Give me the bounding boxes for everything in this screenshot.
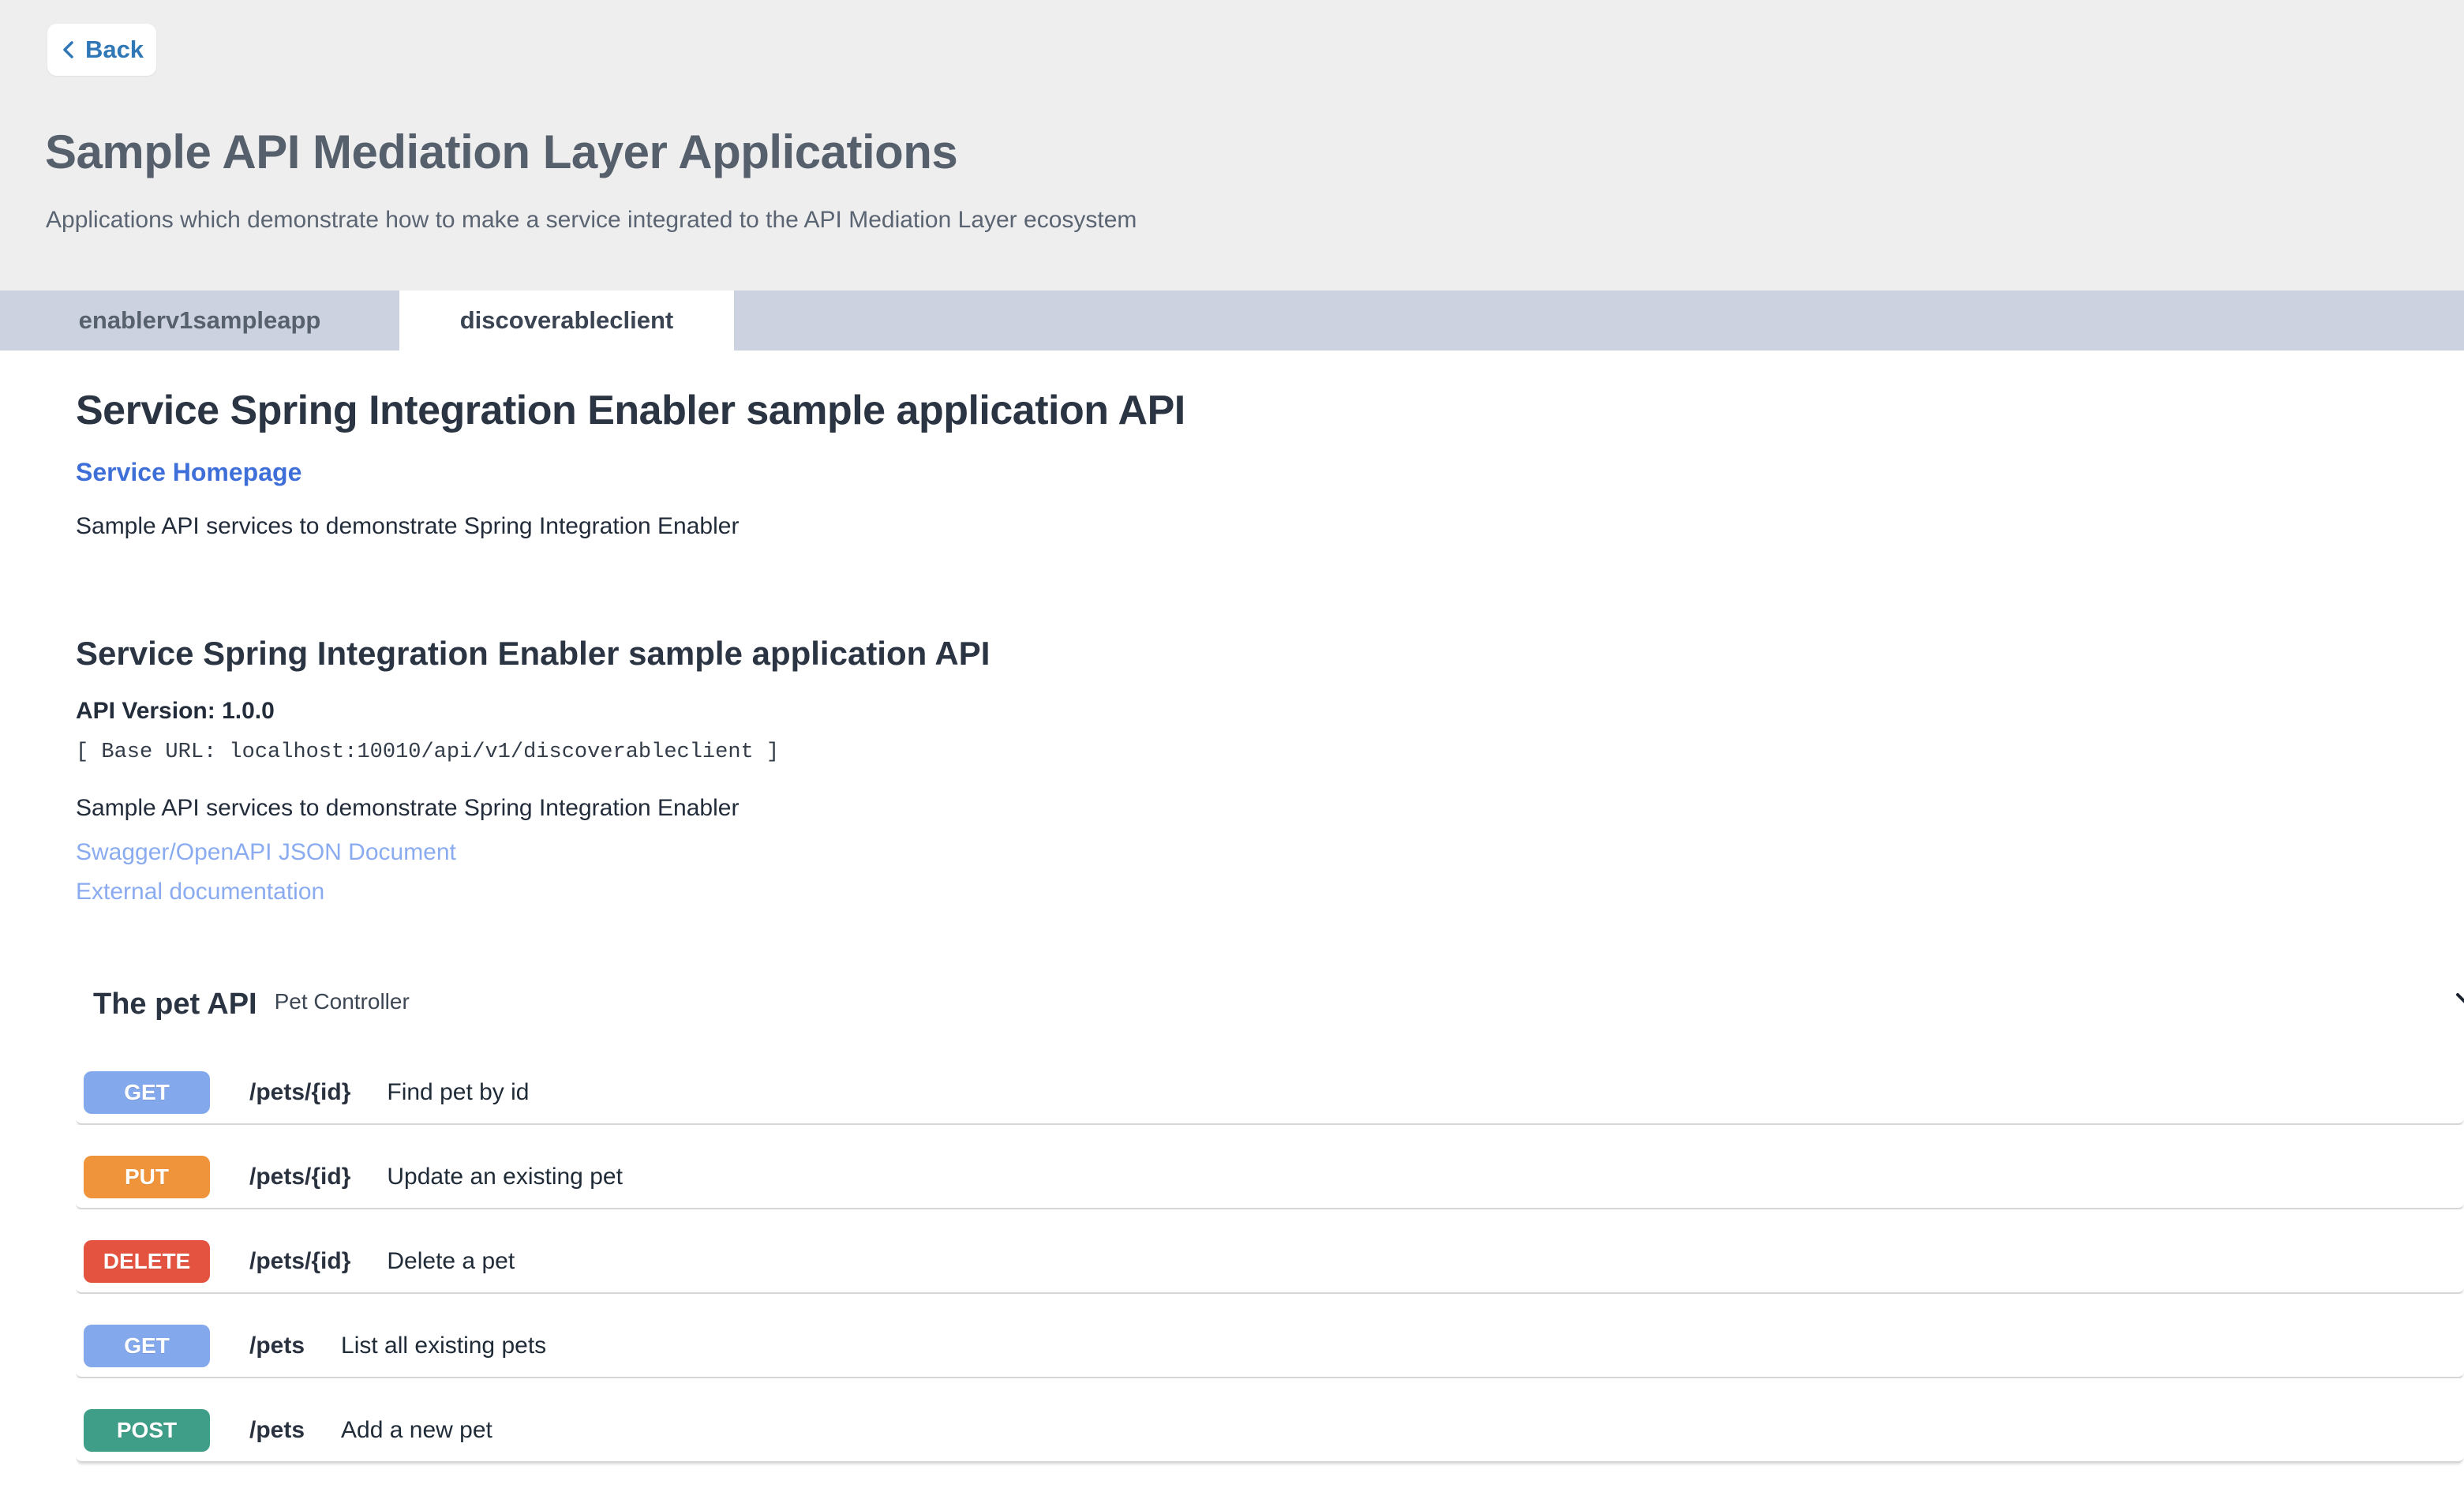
service-homepage-link[interactable]: Service Homepage xyxy=(76,458,301,487)
base-url: [ Base URL: localhost:10010/api/v1/disco… xyxy=(76,740,779,764)
operation-path: /pets/{id} xyxy=(249,1079,350,1106)
tab-discoverableclient[interactable]: discoverableclient xyxy=(399,291,734,351)
operation-summary: List all existing pets xyxy=(341,1333,546,1359)
method-badge: PUT xyxy=(84,1156,210,1198)
operation-summary: Delete a pet xyxy=(387,1248,515,1275)
api-version-value: 1.0.0 xyxy=(222,698,275,724)
operation-row-get-pet-by-id[interactable]: GET /pets/{id} Find pet by id xyxy=(76,1040,2464,1125)
method-badge: POST xyxy=(84,1409,210,1452)
api-version-label: API Version: xyxy=(76,698,215,724)
api-doc-title: Service Spring Integration Enabler sampl… xyxy=(76,635,990,673)
main-content: Service Spring Integration Enabler sampl… xyxy=(0,351,2464,1492)
method-badge: GET xyxy=(84,1325,210,1367)
service-title: Service Spring Integration Enabler sampl… xyxy=(76,387,1185,434)
method-badge: GET xyxy=(84,1071,210,1114)
api-version: API Version: 1.0.0 xyxy=(76,698,275,725)
external-doc-link[interactable]: External documentation xyxy=(76,879,324,905)
method-badge: DELETE xyxy=(84,1240,210,1283)
operation-summary: Update an existing pet xyxy=(387,1164,623,1190)
operation-row-update-pet[interactable]: PUT /pets/{id} Update an existing pet xyxy=(76,1125,2464,1209)
api-doc-description: Sample API services to demonstrate Sprin… xyxy=(76,795,739,822)
swagger-json-link[interactable]: Swagger/OpenAPI JSON Document xyxy=(76,839,456,866)
operation-path: /pets xyxy=(249,1417,305,1444)
tab-bar: enablerv1sampleapp discoverableclient xyxy=(0,291,2464,351)
service-description: Sample API services to demonstrate Sprin… xyxy=(76,513,739,540)
chevron-left-icon xyxy=(60,38,77,62)
header: Back Sample API Mediation Layer Applicat… xyxy=(0,0,2464,291)
operation-summary: Find pet by id xyxy=(387,1079,529,1106)
operation-path: /pets/{id} xyxy=(249,1248,350,1275)
pet-api-header[interactable]: The pet API Pet Controller xyxy=(93,987,2464,1022)
page-subtitle: Applications which demonstrate how to ma… xyxy=(46,207,1137,234)
operation-path: /pets xyxy=(249,1333,305,1359)
back-label: Back xyxy=(85,36,144,64)
pet-api-subtitle: Pet Controller xyxy=(275,988,410,1015)
back-button[interactable]: Back xyxy=(47,24,156,76)
operation-path: /pets/{id} xyxy=(249,1164,350,1190)
page-title: Sample API Mediation Layer Applications xyxy=(45,125,957,179)
operation-summary: Add a new pet xyxy=(341,1417,492,1444)
operation-row-delete-pet[interactable]: DELETE /pets/{id} Delete a pet xyxy=(76,1209,2464,1294)
chevron-down-icon[interactable] xyxy=(2450,982,2464,1021)
operation-row-add-pet[interactable]: POST /pets Add a new pet xyxy=(76,1378,2464,1463)
tab-enablerv1sampleapp[interactable]: enablerv1sampleapp xyxy=(0,291,399,351)
pet-api-title: The pet API xyxy=(93,987,257,1022)
operations-list: GET /pets/{id} Find pet by id PUT /pets/… xyxy=(76,1040,2464,1463)
operation-row-list-pets[interactable]: GET /pets List all existing pets xyxy=(76,1294,2464,1378)
